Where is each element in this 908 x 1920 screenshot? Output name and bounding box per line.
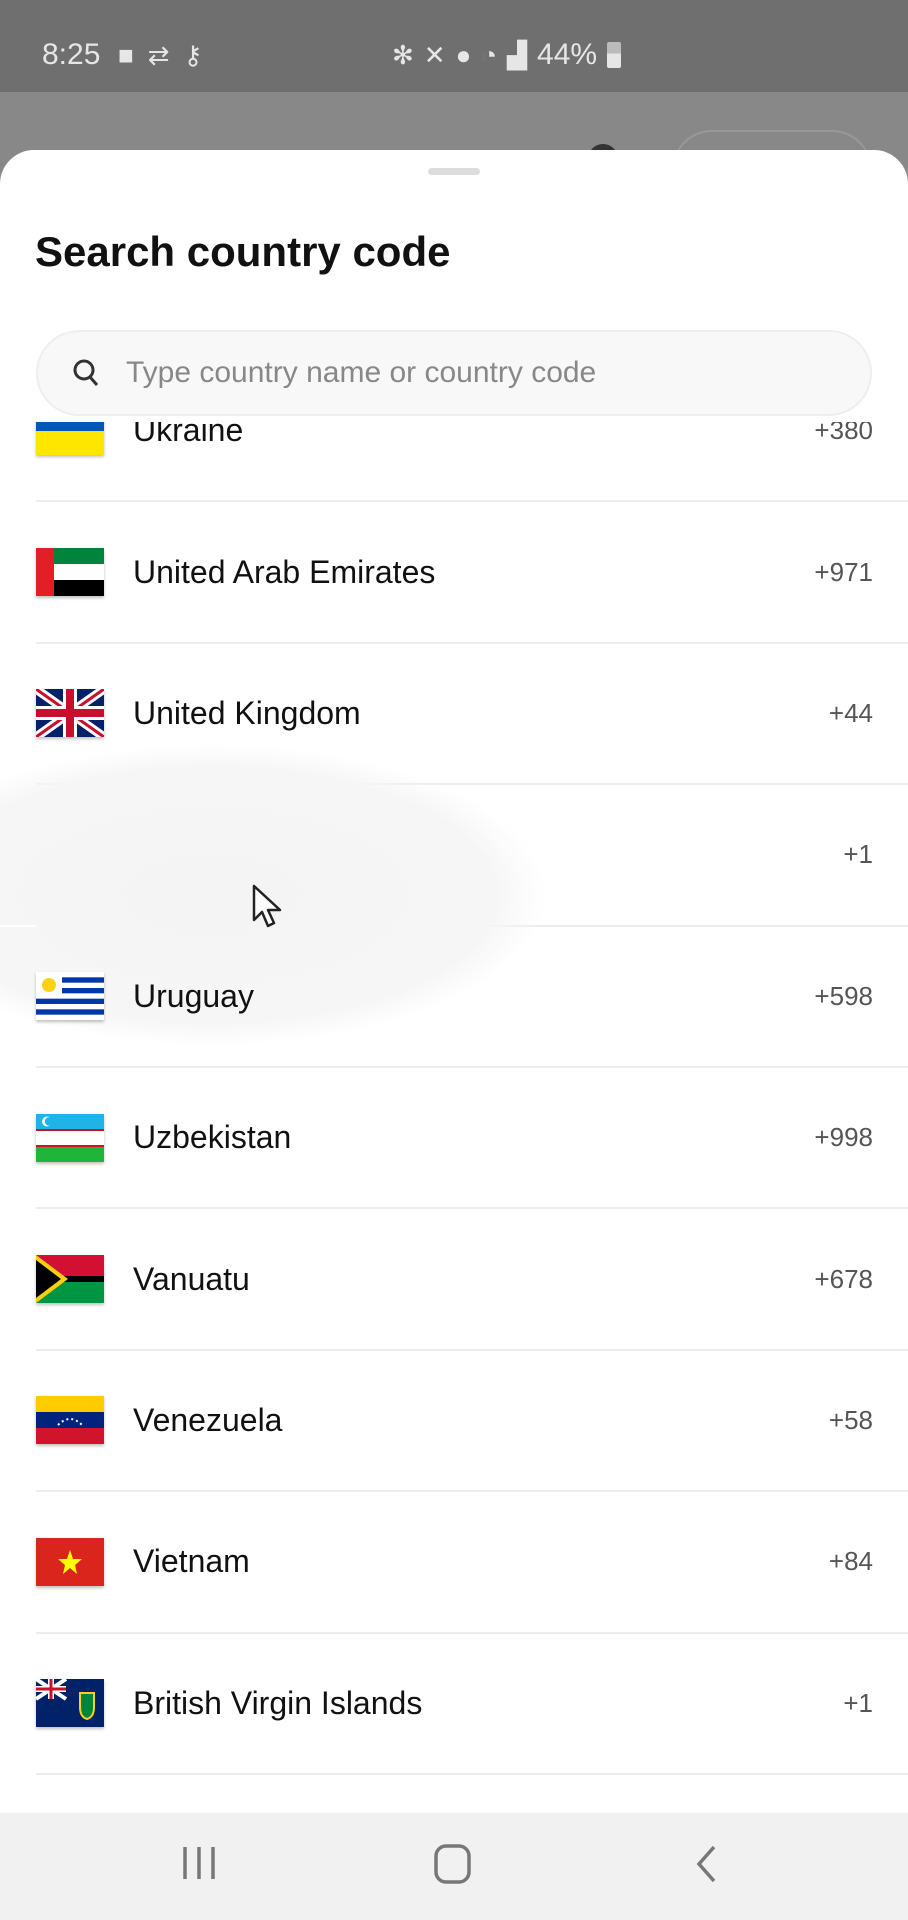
flag-uy-icon xyxy=(36,972,104,1021)
country-dial-code: +44 xyxy=(828,697,873,728)
flag-gb-icon xyxy=(36,689,104,738)
flag-vn-icon xyxy=(36,1537,104,1586)
country-dial-code: +998 xyxy=(814,1122,873,1153)
wifi-icon: ◔ xyxy=(481,40,498,70)
country-dial-code: +58 xyxy=(828,1404,873,1435)
country-row[interactable]: Ukraine +380 xyxy=(0,422,908,503)
country-name: Venezuela xyxy=(133,1401,283,1438)
flag-uz-icon xyxy=(36,1113,104,1162)
navigation-bar xyxy=(0,1813,908,1920)
country-name: Uzbekistan xyxy=(133,1119,292,1156)
cast-icon: ⇄ xyxy=(147,40,170,70)
country-code-sheet: Search country code Ukraine +380 United Ar… xyxy=(0,150,908,1813)
country-dial-code: +84 xyxy=(828,1546,873,1577)
mute-icon: ✕ xyxy=(423,40,446,70)
country-dial-code: +1 xyxy=(843,1687,873,1718)
country-row[interactable]: British Virgin Islands +1 xyxy=(0,1634,908,1776)
country-row[interactable]: United Kingdom +44 xyxy=(0,644,908,786)
flag-vg-icon xyxy=(36,1679,104,1728)
bluetooth-icon: ✻ xyxy=(392,40,414,70)
country-row[interactable]: Venezuela +58 xyxy=(0,1351,908,1493)
country-dial-code: +678 xyxy=(814,1263,873,1294)
recents-icon[interactable] xyxy=(181,1843,217,1883)
sheet-title: Search country code xyxy=(35,228,451,275)
status-bar: 8:25 ■ ⇄ ⚷ ✻ ✕ ● ◔ ▟ 44% xyxy=(0,0,908,92)
search-icon xyxy=(73,359,99,386)
video-icon: ■ xyxy=(118,40,134,70)
flag-vu-icon xyxy=(36,1255,104,1304)
country-name: Vanuatu xyxy=(133,1260,250,1297)
country-name: British Virgin Islands xyxy=(133,1684,423,1721)
country-dial-code: +1 xyxy=(843,839,873,870)
country-row[interactable]: Uruguay +598 xyxy=(0,927,908,1069)
flag-ae-icon xyxy=(36,548,104,597)
search-field[interactable] xyxy=(36,330,872,416)
status-time: 8:25 xyxy=(42,38,101,71)
country-dial-code: +380 xyxy=(814,422,873,446)
country-row[interactable]: Vietnam +84 xyxy=(0,1492,908,1634)
home-icon[interactable] xyxy=(433,1843,473,1885)
back-icon[interactable] xyxy=(694,1843,720,1885)
search-input[interactable] xyxy=(126,356,826,390)
country-dial-code: +971 xyxy=(814,556,873,587)
country-name: Vietnam xyxy=(133,1543,250,1580)
mouse-cursor-icon xyxy=(252,884,282,928)
location-icon: ● xyxy=(455,40,472,70)
flag-us-icon xyxy=(36,830,104,879)
country-name: Ukraine xyxy=(133,422,244,449)
signal-icon: ▟ xyxy=(507,40,528,70)
country-row[interactable]: United States +1 xyxy=(0,745,908,1046)
country-name: United Kingdom xyxy=(133,694,361,731)
country-list[interactable]: Ukraine +380 United Arab Emirates +971 Unite… xyxy=(0,422,908,1813)
flag-ua-icon xyxy=(36,422,104,455)
country-row[interactable]: United Arab Emirates +971 xyxy=(0,502,908,645)
country-name: United Arab Emirates xyxy=(133,553,436,590)
drag-handle[interactable] xyxy=(428,168,480,175)
country-name: United States xyxy=(133,836,326,873)
country-name: Uruguay xyxy=(133,977,254,1014)
country-dial-code: +598 xyxy=(814,980,873,1011)
country-row[interactable]: Uzbekistan +998 xyxy=(0,1068,908,1210)
vpn-key-icon: ⚷ xyxy=(183,40,203,70)
battery-level: 44% xyxy=(537,38,598,71)
flag-ve-icon xyxy=(36,1396,104,1445)
country-row[interactable]: Vanuatu +678 xyxy=(0,1209,908,1352)
battery-icon xyxy=(607,42,622,68)
